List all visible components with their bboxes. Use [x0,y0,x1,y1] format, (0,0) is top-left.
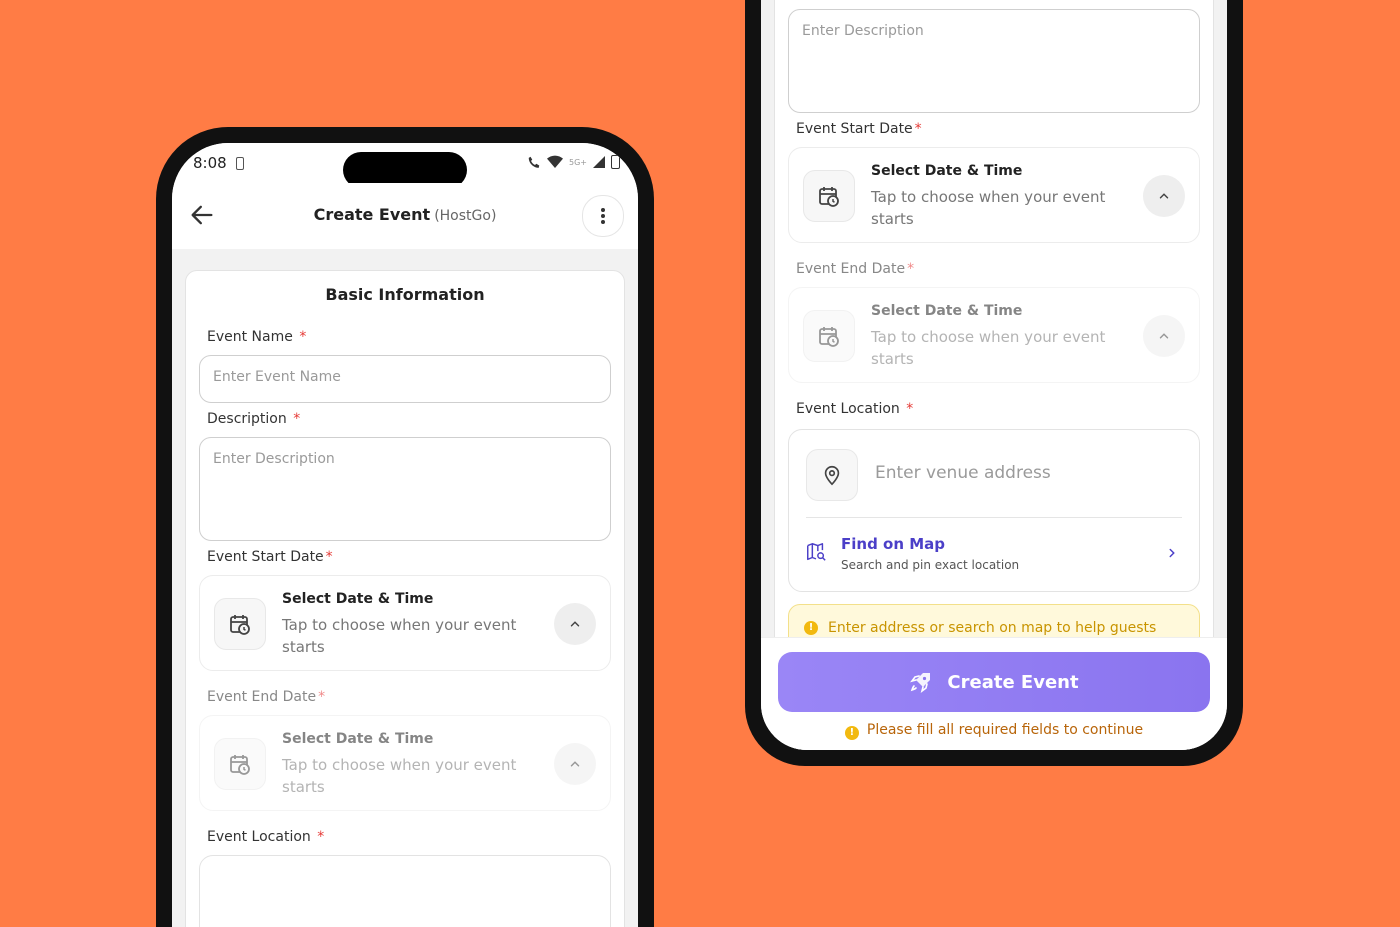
location-label: Event Location * [207,829,324,845]
phone-right: Enter Description Event Start Date * Sele… [745,0,1243,766]
rocket-icon [910,673,931,693]
page-subtitle: (HostGo) [434,208,497,224]
bottom-action-bar: Create Event ! Please fill all required f… [761,637,1227,750]
required-mark: * [906,401,914,417]
page-title: Create Event (HostGo) [172,205,638,224]
chevron-up-icon [570,621,580,627]
screen-left: 8:08 5G+ Create Event (HostGo) Basic Info… [172,143,638,927]
wifi-icon [547,155,563,168]
calendar-clock-icon [230,755,250,775]
app-bar: Create Event (HostGo) [172,183,638,249]
location-pin-icon [824,465,840,486]
section-title: Basic Information [325,285,485,304]
required-mark: * [325,549,333,565]
map-search-icon [807,543,826,561]
start-date-picker[interactable]: Select Date & Time Tap to choose when yo… [788,147,1200,243]
calendar-clock-icon [230,615,250,635]
description-label-text: Description [207,411,287,427]
location-input-box[interactable] [199,855,611,927]
signal-icon [593,156,605,168]
event-name-input[interactable]: Enter Event Name [199,355,611,403]
required-mark: * [318,689,326,705]
battery-saver-icon [236,157,244,170]
end-date-label: Event End Date * [796,261,914,277]
status-time: 8:08 [193,154,227,172]
chevron-up-icon [570,761,580,767]
calendar-clock-icon-box [803,170,855,222]
end-date-label-text: Event End Date [207,689,317,705]
start-date-label-text: Event Start Date [796,121,913,137]
battery-icon [611,155,620,169]
required-mark: * [317,829,325,845]
calendar-clock-icon-box [214,738,266,790]
location-label-text: Event Location [796,401,900,417]
end-date-hint: Tap to choose when your event starts [871,328,1106,368]
find-on-map-link[interactable]: Find on Map [841,535,945,553]
description-label: Description * [207,411,300,427]
start-date-picker[interactable]: Select Date & Time Tap to choose when yo… [199,575,611,671]
event-name-label: Event Name * [207,329,306,345]
event-name-placeholder: Enter Event Name [213,369,341,385]
calendar-clock-icon [819,327,839,347]
status-bar: 8:08 5G+ [172,143,638,188]
more-options-button[interactable] [582,195,624,237]
page-title-text: Create Event [313,205,431,224]
create-event-label: Create Event [947,671,1079,693]
find-on-map-subtitle: Search and pin exact location [841,558,1020,572]
required-fields-note: ! Please fill all required fields to cont… [761,722,1227,740]
start-date-title: Select Date & Time [282,591,434,607]
location-box: Enter venue address Find on Map Search a… [788,429,1200,592]
end-date-toggle[interactable] [554,743,596,785]
description-input[interactable]: Enter Description [788,9,1200,113]
end-date-picker[interactable]: Select Date & Time Tap to choose when yo… [199,715,611,811]
end-date-toggle[interactable] [1143,315,1185,357]
end-date-title: Select Date & Time [871,303,1023,319]
end-date-title: Select Date & Time [282,731,434,747]
screen-right: Enter Description Event Start Date * Sele… [761,0,1227,750]
end-date-hint: Tap to choose when your event starts [282,756,517,796]
description-placeholder: Enter Description [213,451,335,467]
warning-icon: ! [804,621,818,635]
description-input[interactable]: Enter Description [199,437,611,541]
event-name-label-text: Event Name [207,329,293,345]
start-date-label: Event Start Date * [796,121,922,137]
divider [806,517,1182,518]
required-mark: * [293,411,301,427]
phone-left: 8:08 5G+ Create Event (HostGo) Basic Info… [156,127,654,927]
call-icon [528,156,540,168]
kebab-icon [601,214,605,218]
start-date-title: Select Date & Time [871,163,1023,179]
network-type: 5G+ [569,157,587,167]
end-date-label: Event End Date * [207,689,325,705]
venue-address-input[interactable]: Enter venue address [875,463,1051,483]
location-label-text: Event Location [207,829,311,845]
start-date-hint: Tap to choose when your event starts [871,188,1106,228]
required-fields-note-text: Please fill all required fields to conti… [866,722,1144,738]
description-placeholder: Enter Description [802,23,924,39]
end-date-picker[interactable]: Select Date & Time Tap to choose when yo… [788,287,1200,383]
chevron-up-icon [1159,193,1169,199]
start-date-toggle[interactable] [554,603,596,645]
required-mark: * [299,329,307,345]
status-icons: 5G+ [527,155,620,169]
location-label: Event Location * [796,401,913,417]
calendar-clock-icon-box [214,598,266,650]
calendar-clock-icon-box [803,310,855,362]
create-event-button[interactable]: Create Event [778,652,1210,712]
start-date-hint: Tap to choose when your event starts [282,616,517,656]
required-mark: * [907,261,915,277]
start-date-label: Event Start Date * [207,549,333,565]
calendar-clock-icon [819,187,839,207]
start-date-toggle[interactable] [1143,175,1185,217]
location-pin-icon-box [806,449,858,501]
required-mark: * [914,121,922,137]
info-icon: ! [844,726,859,740]
start-date-label-text: Event Start Date [207,549,324,565]
location-warning-text: Enter address or search on map to help g… [828,620,1157,636]
chevron-right-icon[interactable] [1165,546,1179,560]
chevron-up-icon [1159,333,1169,339]
end-date-label-text: Event End Date [796,261,906,277]
basic-info-card: Basic Information Event Name * Enter Eve… [185,270,625,927]
